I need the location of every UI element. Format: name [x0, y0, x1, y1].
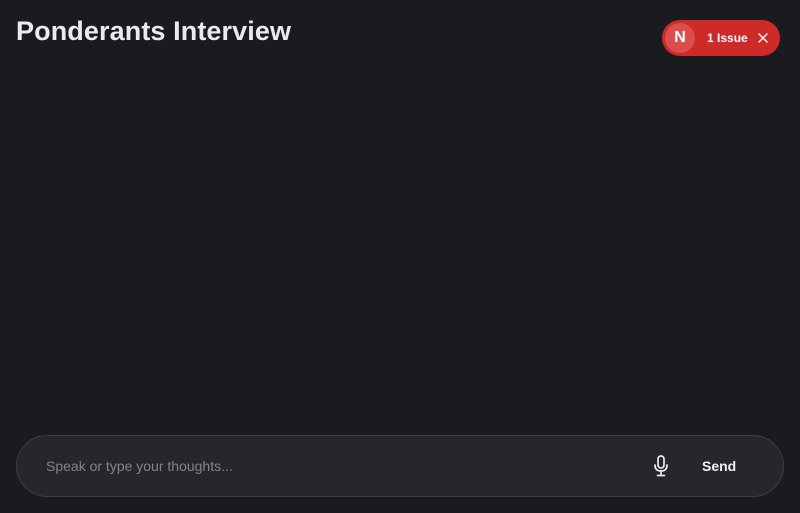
app-page: Ponderants Interview N 1 Issue Send: [0, 0, 800, 513]
issue-count-label: 1 Issue: [707, 31, 748, 45]
page-title: Ponderants Interview: [16, 16, 292, 46]
issues-badge-button[interactable]: N 1 Issue: [662, 20, 780, 56]
close-icon[interactable]: [756, 31, 770, 45]
message-composer: Send: [16, 435, 784, 497]
microphone-icon[interactable]: [649, 451, 673, 481]
issue-avatar: N: [665, 23, 695, 53]
send-button[interactable]: Send: [702, 458, 736, 474]
thoughts-input[interactable]: [46, 451, 636, 481]
